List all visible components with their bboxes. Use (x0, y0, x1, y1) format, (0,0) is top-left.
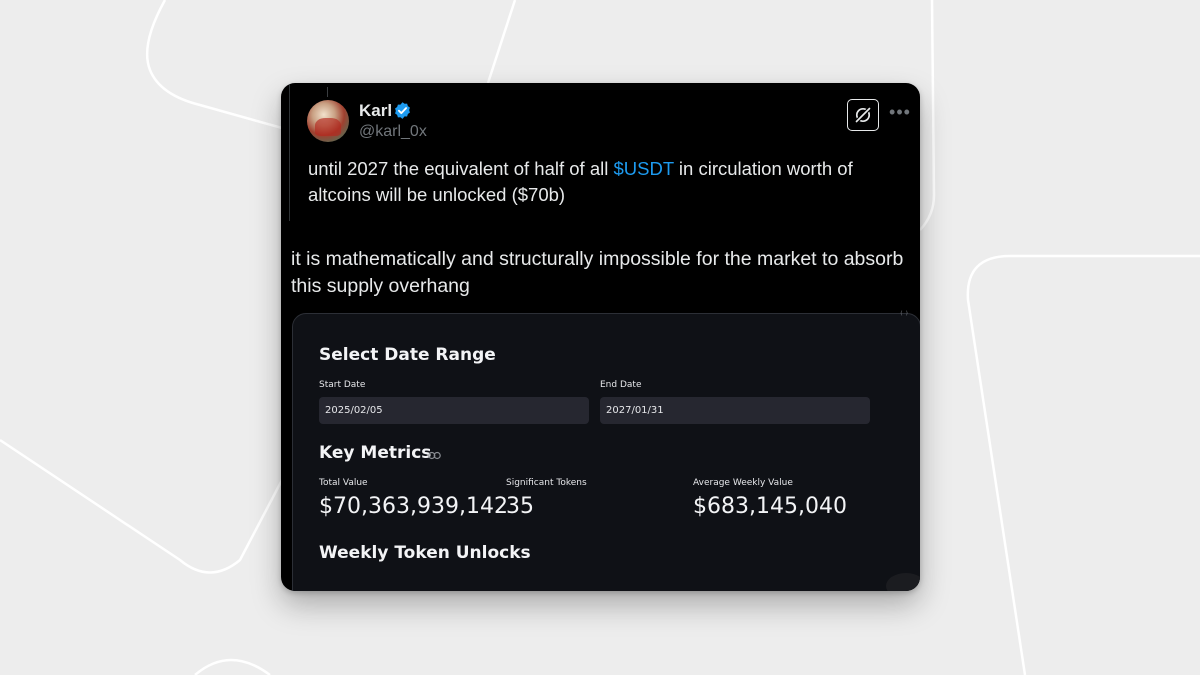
grok-button[interactable] (847, 99, 879, 131)
metric-label-total-value: Total Value (319, 478, 368, 488)
weekly-unlocks-heading: Weekly Token Unlocks (319, 543, 531, 563)
tweet-card: Karl @karl_0x ••• until 2027 the equival… (281, 83, 920, 591)
link-icon[interactable] (428, 451, 441, 460)
more-icon[interactable]: ••• (889, 103, 911, 127)
metric-value-average-weekly-value: $683,145,040 (693, 494, 847, 519)
author-name[interactable]: Karl (359, 101, 392, 121)
quote-tick (327, 87, 328, 97)
author-avatar[interactable] (307, 100, 349, 142)
verified-badge-icon (395, 102, 410, 119)
start-date-label: Start Date (319, 380, 366, 390)
quote-border (289, 83, 290, 221)
tweet-text: it is mathematically and structurally im… (291, 248, 904, 297)
metric-value-significant-tokens: 35 (506, 494, 534, 519)
quoted-tweet-text: until 2027 the equivalent of half of all… (308, 158, 853, 205)
author-handle[interactable]: @karl_0x (359, 123, 427, 141)
corner-blob (886, 573, 920, 591)
end-date-label: End Date (600, 380, 642, 390)
metric-label-significant-tokens: Significant Tokens (506, 478, 587, 488)
key-metrics-heading: Key Metrics (319, 443, 432, 463)
end-date-input[interactable]: 2027/01/31 (600, 397, 870, 424)
start-date-input[interactable]: 2025/02/05 (319, 397, 589, 424)
dashboard-screenshot: ⁽ ⁾ Select Date Range Start Date 2025/02… (292, 310, 920, 591)
date-range-heading: Select Date Range (319, 345, 496, 365)
cashtag-link[interactable]: $USDT (613, 158, 673, 179)
panel-corner-mark: ⁽ ⁾ (900, 310, 908, 321)
metric-label-average-weekly-value: Average Weekly Value (693, 478, 793, 488)
metric-value-total-value: $70,363,939,142 (319, 494, 508, 519)
grok-icon (854, 106, 872, 124)
